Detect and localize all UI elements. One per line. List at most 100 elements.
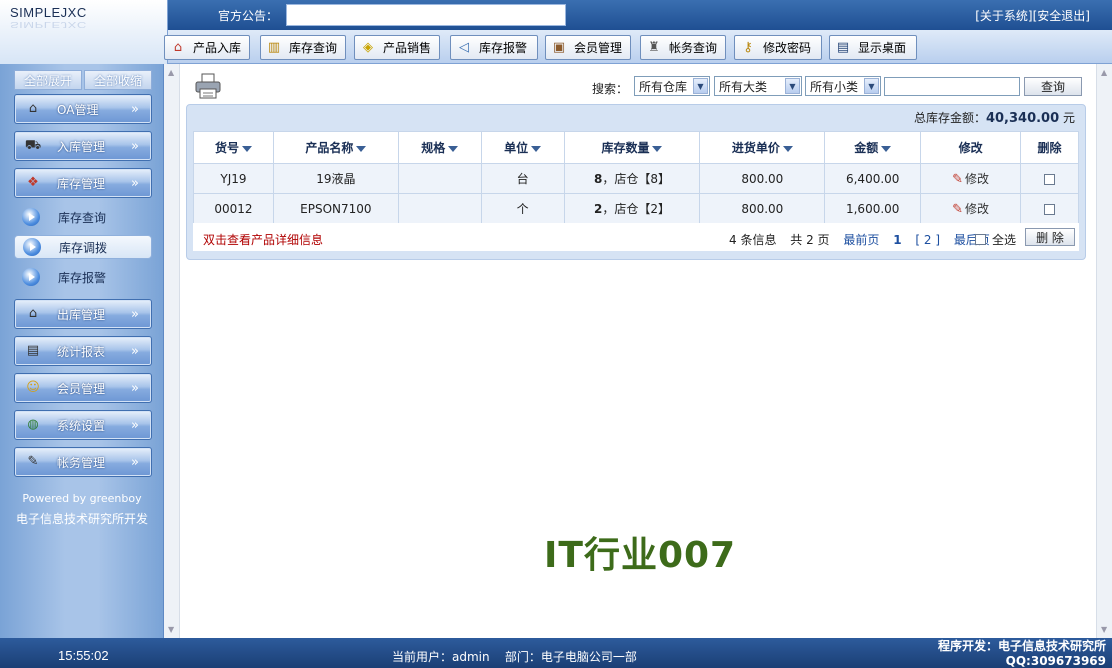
query-button[interactable]: 查询 — [1024, 77, 1082, 96]
inventory-table: 货号 产品名称 规格 单位 库存数量 进货单价 金额 修改 删除 YJ19 19… — [193, 131, 1079, 224]
chevron-down-icon: ▼ — [785, 78, 800, 94]
column-header: 删除 — [1020, 131, 1079, 164]
chevron-right-icon: » — [131, 175, 139, 191]
smiley-icon: ☺ — [26, 380, 40, 395]
menu-stock-in[interactable]: ⛟ 入库管理 » — [14, 131, 152, 161]
total-value: 40,340.00 — [985, 111, 1060, 126]
row-checkbox[interactable] — [1044, 203, 1055, 215]
house-icon: ⌂ — [28, 101, 38, 116]
menu-label: 出库管理 — [57, 307, 106, 322]
menu-label: 入库管理 — [57, 139, 106, 154]
left-scrollbar[interactable]: ▲ ▼ — [164, 64, 180, 638]
menu-accounts[interactable]: ✎ 帐务管理 » — [14, 447, 152, 477]
sort-down-icon — [356, 145, 367, 152]
top-links: [关于系统][安全退出] — [975, 7, 1090, 24]
record-count: 4 条信息 — [729, 233, 777, 247]
select-all-checkbox[interactable] — [975, 234, 986, 245]
column-header: 修改 — [920, 131, 1022, 164]
right-scrollbar[interactable]: ▲ ▼ — [1096, 64, 1112, 638]
edit-link[interactable]: ✎ 修改 — [952, 202, 989, 217]
column-header[interactable]: 货号 — [193, 131, 274, 164]
menu-label: 统计报表 — [57, 344, 106, 359]
menu-oa[interactable]: ⌂ OA管理 » — [14, 94, 152, 124]
menu-members[interactable]: ☺ 会员管理 » — [14, 373, 152, 403]
chevron-down-icon: ▼ — [693, 78, 708, 94]
sub-item-stock-transfer[interactable]: 库存调拨 — [14, 235, 152, 259]
expand-all-button[interactable]: 全部展开 — [14, 70, 82, 90]
logo-text: SIMPLEJXC — [10, 5, 87, 20]
menu-label: 系统设置 — [57, 418, 106, 433]
cell-qty: 8，店仓【8】 — [563, 163, 701, 194]
warehouse-icon: ⛟ — [24, 138, 42, 153]
cell-edit: ✎ 修改 — [920, 163, 1022, 194]
about-system-link[interactable]: [关于系统] — [975, 9, 1032, 23]
safe-logout-link[interactable]: [安全退出] — [1033, 9, 1090, 23]
menu-reports[interactable]: ▤ 统计报表 » — [14, 336, 152, 366]
toolbar-stock-alarm-button[interactable]: ◁ 库存报警 — [450, 35, 538, 60]
toolbar-show-desktop-button[interactable]: ▤ 显示桌面 — [829, 35, 917, 60]
first-page-link[interactable]: 最前页 — [843, 233, 879, 247]
chevron-right-icon: » — [131, 454, 139, 470]
cell-edit: ✎ 修改 — [920, 193, 1022, 224]
warehouse-select[interactable]: 所有仓库 ▼ — [634, 76, 710, 96]
warehouse-select-value: 所有仓库 — [639, 79, 688, 94]
category-select[interactable]: 所有大类 ▼ — [714, 76, 802, 96]
table-row[interactable]: 00012 EPSON7100 个 2，店仓【2】 800.00 1,600.0… — [193, 193, 1079, 224]
edit-icon: ✎ — [952, 202, 964, 217]
chevron-right-icon: » — [131, 138, 139, 154]
bottle-icon: ♜ — [648, 39, 660, 55]
tag-icon: ◈ — [363, 39, 373, 55]
logo-reflection: SIMPLEJXC — [10, 20, 87, 29]
menu-stock-out[interactable]: ⌂ 出库管理 » — [14, 299, 152, 329]
toolbar-account-query-button[interactable]: ♜ 帐务查询 — [640, 35, 726, 60]
chevron-right-icon: » — [131, 306, 139, 322]
column-header[interactable]: 单位 — [480, 131, 565, 164]
dept-value: 电子电脑公司一部 — [540, 650, 637, 664]
edit-link[interactable]: ✎ 修改 — [952, 172, 989, 187]
sub-item-stock-alarm[interactable]: 库存报警 — [14, 265, 152, 289]
cell-amount: 6,400.00 — [824, 163, 922, 194]
collapse-all-button[interactable]: 全部收缩 — [84, 70, 152, 90]
notice-field[interactable] — [286, 4, 566, 26]
table-row[interactable]: YJ19 19液晶 台 8，店仓【8】 800.00 6,400.00 ✎ 修改 — [193, 163, 1079, 194]
column-header[interactable]: 进货单价 — [699, 131, 826, 164]
column-header[interactable]: 库存数量 — [563, 131, 701, 164]
menu-label: 会员管理 — [57, 381, 106, 396]
house-icon: ⌂ — [173, 39, 183, 55]
toolbar-stock-in-button[interactable]: ⌂ 产品入库 — [164, 35, 250, 60]
toolbar-change-password-button[interactable]: ⚷ 修改密码 — [734, 35, 822, 60]
toolbar-stock-query-button[interactable]: ▥ 库存查询 — [260, 35, 346, 60]
search-input[interactable] — [884, 77, 1020, 96]
printer-icon[interactable] — [194, 72, 222, 100]
select-all[interactable]: 全选 — [975, 231, 1016, 248]
sub-item-label: 库存查询 — [58, 210, 107, 225]
user-label: 当前用户： — [392, 650, 453, 664]
menu-inventory[interactable]: ❖ 库存管理 » — [14, 168, 152, 198]
watermark-text: IT行业007 — [544, 535, 737, 576]
current-user: 当前用户：admin 部门：电子电脑公司一部 — [392, 648, 637, 665]
page-2-link[interactable]: [ 2 ] — [915, 233, 940, 247]
column-header[interactable]: 金额 — [824, 131, 922, 164]
globe-icon: ◍ — [27, 417, 39, 432]
cell-code: YJ19 — [193, 163, 274, 194]
select-all-label: 全选 — [992, 233, 1017, 247]
menu-system-settings[interactable]: ◍ 系统设置 » — [14, 410, 152, 440]
subcategory-select[interactable]: 所有小类 ▼ — [805, 76, 881, 96]
page-1-link[interactable]: 1 — [893, 233, 901, 247]
sub-item-stock-query[interactable]: 库存查询 — [14, 205, 152, 229]
user-value: admin — [452, 650, 490, 664]
sort-down-icon — [241, 145, 252, 152]
pagination: 4 条信息 共 2 页 最前页 1 [ 2 ] 最后页 — [729, 231, 1000, 248]
toolbar-product-sale-button[interactable]: ◈ 产品销售 — [354, 35, 440, 60]
column-header[interactable]: 产品名称 — [272, 131, 399, 164]
row-checkbox[interactable] — [1044, 173, 1055, 185]
scroll-up-icon: ▲ — [168, 68, 175, 77]
sort-down-icon — [448, 145, 459, 152]
delete-button[interactable]: 删 除 — [1025, 228, 1075, 246]
edit-icon: ✎ — [952, 172, 964, 187]
column-header[interactable]: 规格 — [397, 131, 482, 164]
cell-name: 19液晶 — [272, 163, 399, 194]
table-footer: 双击查看产品详细信息 4 条信息 共 2 页 最前页 1 [ 2 ] 最后页 全… — [193, 223, 1079, 251]
cell-unit: 台 — [480, 163, 565, 194]
toolbar-member-button[interactable]: ▣ 会员管理 — [545, 35, 631, 60]
